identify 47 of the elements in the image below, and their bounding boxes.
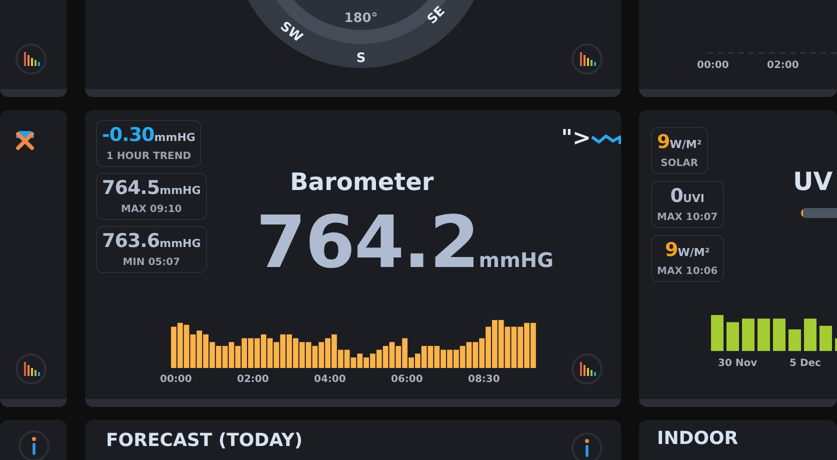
bar-chart-icon[interactable]: [15, 43, 47, 75]
stat-value: 764.5mmHG: [102, 176, 201, 201]
uv-bar: [788, 329, 801, 351]
stat-label: MAX 10:07: [657, 211, 718, 224]
bar-chart-icon[interactable]: [571, 353, 603, 385]
pressure-value: 764.2 mmHG: [256, 202, 555, 286]
stat-label: SOLAR: [660, 157, 698, 170]
stat-value: 0UVI: [670, 184, 704, 209]
card-title: Barometer: [290, 168, 435, 196]
uv-bar: [820, 326, 832, 351]
axis-label: 02:00: [237, 374, 270, 385]
crossed-tools-icon[interactable]: [14, 131, 36, 151]
stat-label: MIN 05:07: [122, 256, 180, 269]
axis-label: 30 Nov: [718, 358, 758, 369]
uv-bar: [711, 315, 724, 351]
axis-label: 00:00: [697, 60, 730, 71]
trend-glyph: ">: [561, 128, 591, 150]
axis-label: 00:00: [160, 374, 193, 385]
uv-bar: [758, 318, 770, 351]
stat-value: 9W/M²: [657, 130, 702, 155]
axis-label: 04:00: [314, 374, 347, 385]
uv-bar: [804, 318, 816, 351]
info-icon[interactable]: [18, 430, 50, 460]
section-title: INDOOR: [657, 428, 738, 449]
bar-chart-icon[interactable]: [15, 353, 47, 385]
axis-label: 06:00: [391, 374, 424, 385]
stat-label: 1 HOUR TREND: [106, 150, 192, 163]
bar-chart-icon[interactable]: [571, 43, 603, 75]
uv-bar: [726, 322, 739, 351]
stat-value: 763.6mmHG: [102, 229, 201, 254]
axis-label: 08:30: [468, 374, 501, 385]
axis-label: 02:00: [767, 60, 800, 71]
stat-label: MAX 09:10: [121, 203, 182, 216]
card-title: UV: [793, 167, 833, 196]
stat-value: 9W/M²: [665, 238, 710, 263]
stat-label: MAX 10:06: [657, 265, 718, 278]
axis-label: 5 Dec: [790, 358, 822, 369]
section-title: FORECAST (TODAY): [106, 430, 303, 451]
uv-bar: [773, 318, 786, 351]
compass-label: SE: [424, 4, 448, 28]
uv-bar: [742, 318, 754, 351]
info-icon[interactable]: [571, 432, 603, 460]
stat-value: -0.30mmHG: [102, 123, 196, 148]
wave-icon: [591, 132, 621, 146]
compass-label: S: [356, 51, 366, 66]
compass-label: SW: [277, 19, 306, 46]
compass-label: 180°: [344, 11, 378, 26]
